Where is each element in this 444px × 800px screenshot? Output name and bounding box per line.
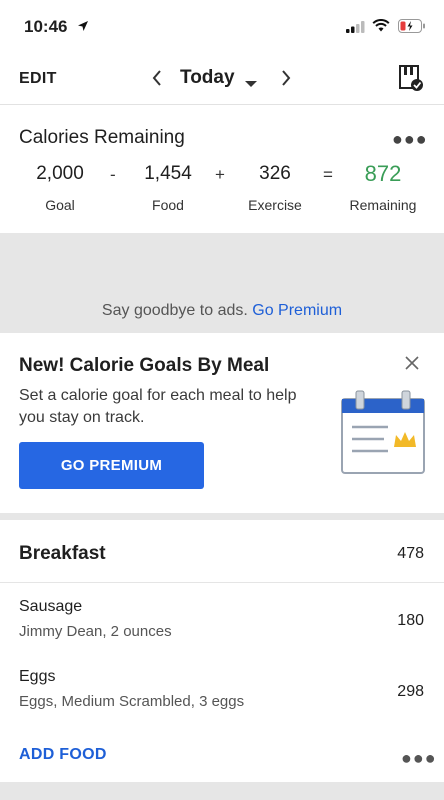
- food-name: Sausage: [19, 598, 83, 615]
- more-options-icon[interactable]: ●●●: [401, 748, 437, 769]
- calories-remaining-card: Calories Remaining ●●● 2,000 Goal - 1,45…: [0, 105, 444, 233]
- chevron-left-icon[interactable]: [150, 68, 164, 93]
- go-premium-button[interactable]: GO PREMIUM: [19, 442, 204, 489]
- calories-heading: Calories Remaining: [19, 127, 185, 148]
- divider: [0, 582, 444, 583]
- wifi-icon: [372, 19, 390, 37]
- promo-description: Set a calorie goal for each meal to help…: [19, 387, 297, 426]
- battery-charging-icon: [398, 19, 426, 38]
- breakfast-total: 478: [397, 545, 424, 562]
- edit-button[interactable]: EDIT: [19, 70, 57, 88]
- exercise-label: Exercise: [248, 197, 302, 213]
- status-bar: 10:46: [0, 0, 444, 52]
- goal-label: Goal: [45, 197, 75, 213]
- food-value: 1,454: [144, 163, 192, 184]
- location-arrow-icon: [77, 19, 89, 37]
- remaining-label: Remaining: [349, 197, 417, 213]
- caret-down-icon[interactable]: [244, 75, 258, 93]
- breakfast-section: Breakfast 478 Sausage Jimmy Dean, 2 ounc…: [0, 520, 444, 782]
- remaining-value: 872: [364, 161, 402, 186]
- diary-complete-icon[interactable]: [398, 64, 424, 97]
- date-selector[interactable]: Today: [180, 67, 235, 89]
- ad-banner: Say goodbye to ads. Go Premium: [0, 302, 444, 320]
- more-options-icon[interactable]: ●●●: [392, 129, 428, 150]
- close-icon[interactable]: [404, 351, 420, 377]
- minus-operator: -: [110, 165, 116, 184]
- status-time: 10:46: [24, 17, 68, 36]
- goal-value: 2,000: [36, 163, 84, 184]
- promo-title: New! Calorie Goals By Meal: [19, 355, 270, 376]
- food-detail: Jimmy Dean, 2 ounces: [19, 623, 172, 640]
- add-food-button[interactable]: ADD FOOD: [19, 746, 107, 764]
- top-nav: EDIT Today: [0, 52, 444, 105]
- food-calories: 180: [397, 612, 424, 629]
- food-name: Eggs: [19, 668, 56, 685]
- plus-operator: +: [215, 165, 225, 184]
- food-label: Food: [152, 197, 184, 213]
- food-detail: Eggs, Medium Scrambled, 3 eggs: [19, 693, 245, 710]
- exercise-value: 326: [259, 163, 291, 184]
- chevron-right-icon[interactable]: [279, 68, 293, 93]
- ad-text: Say goodbye to ads.: [101, 302, 248, 319]
- cellular-signal-icon: [346, 20, 366, 38]
- breakfast-title: Breakfast: [19, 543, 106, 564]
- premium-promo-card: New! Calorie Goals By Meal Set a calorie…: [0, 333, 444, 513]
- food-calories: 298: [397, 683, 424, 700]
- calendar-crown-icon: [338, 389, 428, 484]
- go-premium-link[interactable]: Go Premium: [252, 302, 342, 319]
- equals-operator: =: [323, 165, 333, 184]
